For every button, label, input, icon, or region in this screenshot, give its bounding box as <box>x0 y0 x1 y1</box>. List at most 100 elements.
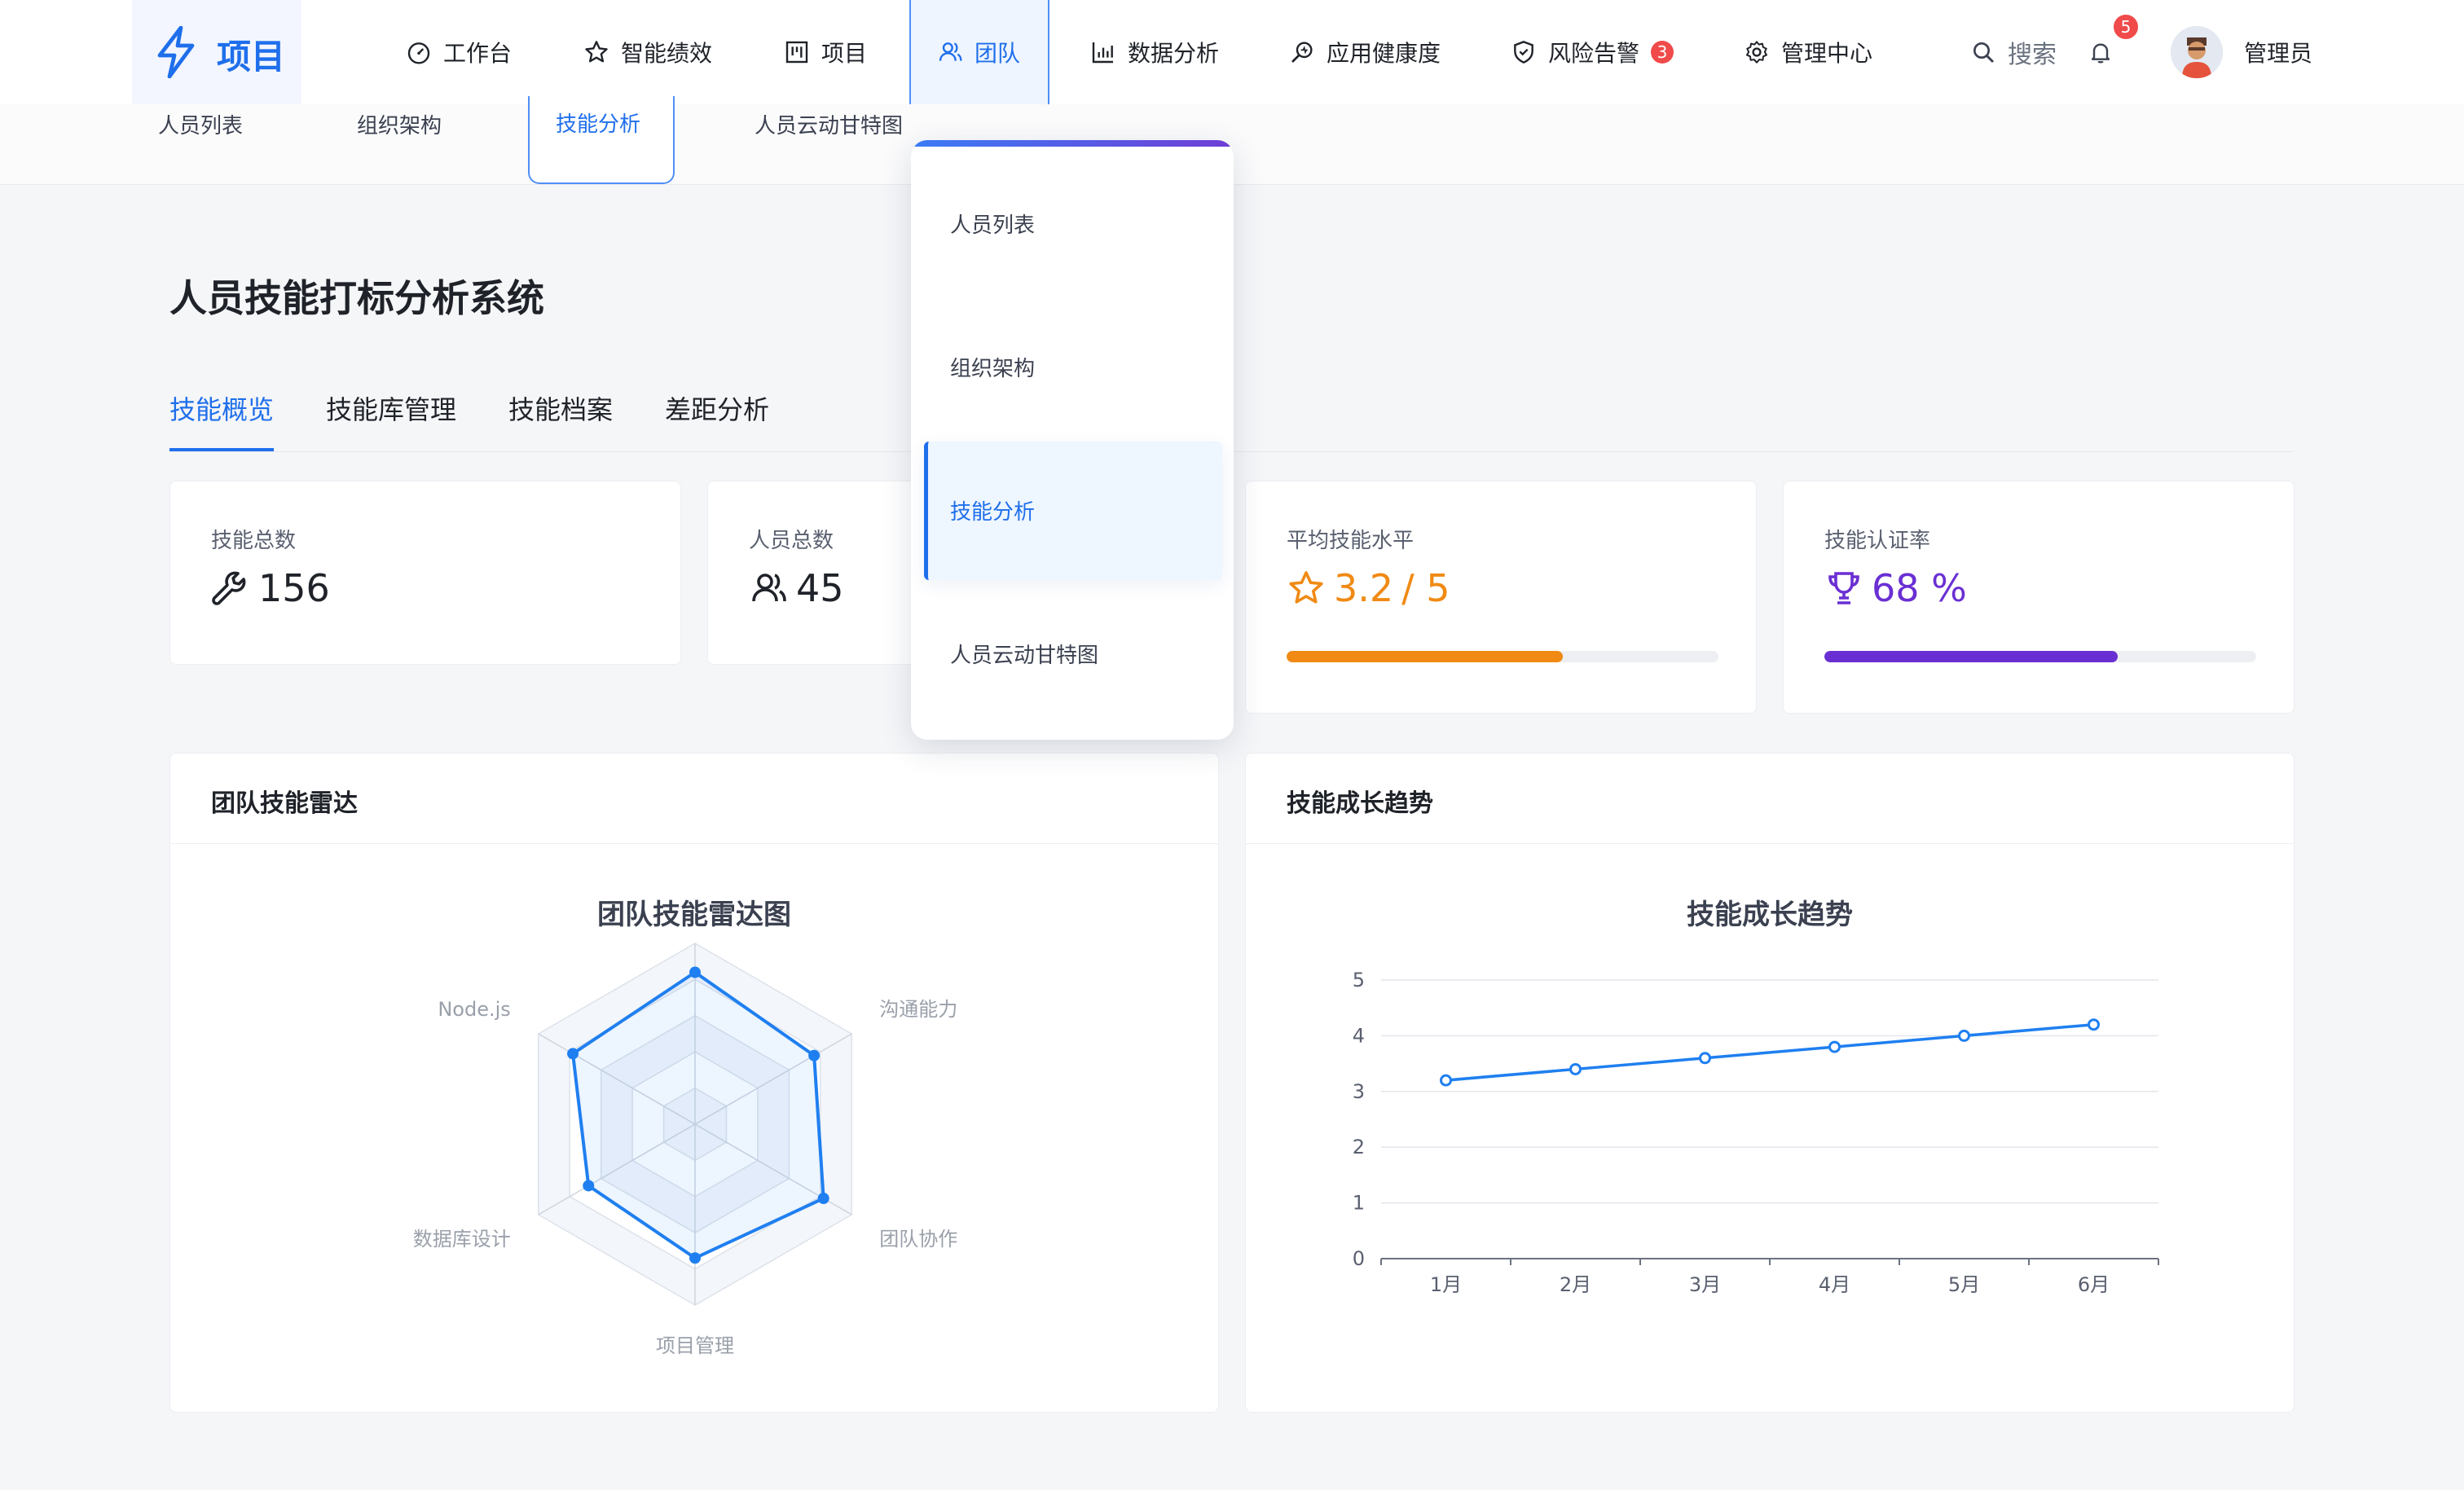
radar-panel: 团队技能雷达 团队技能雷达图 沟通能力 团队协作 项目管理 数据库设计 Node.js <box>169 753 1219 1413</box>
tab-skill-library[interactable]: 技能库管理 <box>326 389 456 427</box>
tab-skill-overview[interactable]: 技能概览 <box>169 389 274 427</box>
nav-item-label: 数据分析 <box>1128 40 1220 67</box>
people-icon <box>752 574 786 602</box>
y-tick-label: 1 <box>1353 1192 1365 1215</box>
stat-label: 人员总数 <box>749 529 834 553</box>
nav-item-performance[interactable]: 智能绩效 <box>583 0 712 104</box>
nav-item-label: 团队 <box>975 40 1021 67</box>
nav-item-label: 智能绩效 <box>621 40 713 67</box>
tab-label: 差距分析 <box>665 394 770 425</box>
tab-gap-analysis[interactable]: 差距分析 <box>665 389 769 427</box>
nav-item-data-analysis[interactable]: 数据分析 <box>1090 0 1219 104</box>
star-icon <box>585 41 608 63</box>
tab-label: 技能档案 <box>508 394 614 425</box>
tab-label: 技能库管理 <box>326 394 457 425</box>
avg-level-max: / 5 <box>1401 566 1450 610</box>
nav-item-label: 应用健康度 <box>1327 40 1441 67</box>
shield-check-icon <box>1514 41 1533 64</box>
stat-label: 技能总数 <box>211 529 297 553</box>
trend-point <box>2088 1018 2100 1031</box>
y-tick-label: 4 <box>1353 1024 1365 1047</box>
radar-axis-label: 沟通能力 <box>879 998 957 1021</box>
stat-card-avg-level: 平均技能水平 3.2 / 5 <box>1245 481 1757 714</box>
bar-chart-icon <box>1092 42 1113 64</box>
lightning-bolt-icon <box>157 26 195 78</box>
subnav-item-label: 人员云动甘特图 <box>755 113 904 138</box>
user-name: 管理员 <box>2244 40 2313 67</box>
stat-value: 3.2 / 5 <box>1287 566 1450 610</box>
x-tick-label: 1月 <box>1430 1273 1462 1296</box>
page-title: 人员技能打标分析系统 <box>169 276 544 320</box>
stat-card-skill-total: 技能总数 156 <box>169 481 681 665</box>
dropdown-accent-bar <box>911 140 1234 147</box>
tab-skill-profile[interactable]: 技能档案 <box>508 389 613 427</box>
dropdown-item-org-structure[interactable]: 组织架构 <box>950 352 1035 382</box>
notification-count-badge: 5 <box>2114 15 2138 39</box>
dropdown-item-label: 技能分析 <box>950 500 1036 525</box>
subnav-item-people-list[interactable]: 人员列表 <box>158 106 243 142</box>
dropdown-item-people-list[interactable]: 人员列表 <box>950 209 1035 239</box>
team-dropdown-menu: 人员列表 组织架构 技能分析 人员云动甘特图 <box>911 140 1234 740</box>
active-tab-indicator <box>169 448 274 451</box>
radar-point <box>689 1252 701 1264</box>
stat-label: 平均技能水平 <box>1287 529 1415 553</box>
nav-item-team[interactable]: 团队 <box>937 0 1020 104</box>
wrench-icon <box>212 571 246 605</box>
search-button[interactable]: 搜索 <box>1970 0 2057 104</box>
radar-axis-label: 团队协作 <box>879 1228 957 1250</box>
stat-value: 156 <box>211 566 330 610</box>
cert-rate-value: 68 % <box>1872 566 1967 610</box>
trend-point <box>1569 1062 1582 1075</box>
health-search-icon <box>1291 42 1313 63</box>
nav-item-risk-alert[interactable]: 风险告警 3 <box>1511 0 1674 104</box>
nav-item-label: 管理中心 <box>1781 40 1873 67</box>
x-tick-label: 4月 <box>1819 1273 1850 1296</box>
user-menu[interactable]: 管理员 <box>2244 0 2312 104</box>
dashboard-icon <box>407 42 430 64</box>
bell-icon <box>2091 43 2110 64</box>
search-icon <box>1973 42 1995 64</box>
y-tick-label: 3 <box>1353 1080 1365 1103</box>
nav-item-app-health[interactable]: 应用健康度 <box>1289 0 1441 104</box>
nav-item-label: 项目 <box>821 40 868 67</box>
trend-series-line <box>1445 1022 2094 1082</box>
subnav-item-gantt[interactable]: 人员云动甘特图 <box>755 106 903 142</box>
dropdown-item-label: 组织架构 <box>950 357 1036 381</box>
nav-item-admin-center[interactable]: 管理中心 <box>1744 0 1872 104</box>
subnav-item-skill-analysis[interactable]: 技能分析 <box>556 104 640 140</box>
dropdown-item-label: 人员云动甘特图 <box>950 644 1099 668</box>
nav-item-project[interactable]: 项目 <box>784 0 867 104</box>
trophy-icon <box>1828 572 1859 604</box>
dropdown-item-skill-analysis[interactable]: 技能分析 <box>950 495 1035 525</box>
trend-point <box>1958 1029 1970 1042</box>
app-logo-text: 项目 <box>217 37 286 77</box>
avg-level-progress-track <box>1287 651 1718 662</box>
stat-value: 68 % <box>1824 566 1967 610</box>
subnav-item-org-structure[interactable]: 组织架构 <box>357 106 442 142</box>
line-chart: 0 1 2 3 4 5 1月 2月 3月 4月 5月 6月 <box>1353 969 2159 1296</box>
radar-axis-label: 项目管理 <box>656 1334 734 1357</box>
radar-point <box>689 966 701 978</box>
radar-chart: 沟通能力团队协作项目管理 数据库设计 Node.js <box>413 943 957 1357</box>
cert-rate-progress-track <box>1824 651 2256 662</box>
subnav-item-label: 人员列表 <box>158 113 244 138</box>
dropdown-item-label: 人员列表 <box>950 213 1036 238</box>
app-logo[interactable]: 项目 <box>132 0 301 114</box>
x-tick-label: 2月 <box>1560 1273 1591 1296</box>
x-tick-label: 3月 <box>1689 1273 1721 1296</box>
trend-panel: 技能成长趋势 技能成长趋势 0 1 2 3 4 5 1月 2月 3月 4月 5月 6月 <box>1245 753 2295 1413</box>
user-avatar-image <box>2171 26 2223 78</box>
avatar[interactable] <box>2171 26 2223 78</box>
nav-item-workbench[interactable]: 工作台 <box>406 0 512 104</box>
avg-level-progress-fill <box>1287 651 1564 662</box>
stat-card-cert-rate: 技能认证率 68 % <box>1783 481 2295 714</box>
radar-point <box>817 1193 829 1205</box>
notification-button[interactable] <box>2088 0 2114 104</box>
nav-item-label: 工作台 <box>443 40 513 67</box>
dropdown-item-gantt[interactable]: 人员云动甘特图 <box>950 639 1098 669</box>
radar-point <box>583 1180 595 1192</box>
people-total-value: 45 <box>796 566 844 610</box>
x-tick-label: 6月 <box>2078 1273 2110 1296</box>
star-icon <box>1289 571 1323 604</box>
subnav-item-label: 组织架构 <box>357 113 442 138</box>
